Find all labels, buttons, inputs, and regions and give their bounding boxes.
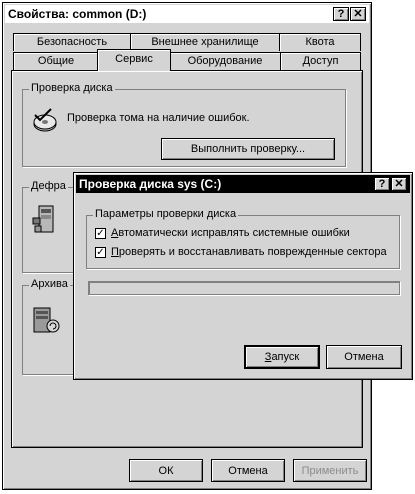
run-check-button[interactable]: Выполнить проверку... — [161, 138, 335, 160]
check-options-label: Параметры проверки диска — [93, 208, 239, 220]
check-disk-group: Проверка диска Проверка тома на наличие … — [22, 82, 346, 167]
tab-tools[interactable]: Сервис — [97, 49, 171, 71]
tab-general[interactable]: Общие — [13, 52, 99, 70]
dialog-close-button[interactable]: ✕ — [391, 177, 407, 191]
help-button[interactable]: ? — [333, 7, 349, 21]
tab-hardware[interactable]: Оборудование — [169, 52, 281, 70]
dialog-title: Проверка диска sys (C:) — [79, 177, 222, 191]
close-button[interactable]: ✕ — [350, 7, 366, 21]
ok-button[interactable]: ОК — [129, 459, 203, 482]
dialog-titlebar: Проверка диска sys (C:) — [76, 175, 410, 193]
backup-icon — [33, 307, 60, 333]
dialog-cancel-button[interactable]: Отмена — [326, 345, 402, 369]
check-disk-description: Проверка тома на наличие ошибок. — [67, 112, 250, 124]
check-progress-bar — [88, 281, 400, 295]
apply-button[interactable]: Применить — [293, 459, 367, 482]
properties-titlebar: Свойства: common (D:) — [5, 5, 369, 23]
auto-fix-label[interactable]: Автоматически исправлять системные ошибк… — [111, 227, 350, 239]
check-options-group: Параметры проверки диска ✓ Автоматически… — [86, 208, 400, 269]
check-disk-dialog: Проверка диска sys (C:) ? ✕ Параметры пр… — [73, 172, 413, 380]
recover-sectors-checkbox[interactable]: ✓ — [95, 247, 106, 258]
defrag-icon — [32, 205, 54, 233]
dialog-help-button[interactable]: ? — [374, 177, 390, 191]
properties-title: Свойства: common (D:) — [8, 7, 147, 21]
defrag-group-label: Дефра — [29, 180, 68, 192]
tab-quota[interactable]: Квота — [279, 33, 361, 51]
check-disk-icon — [33, 108, 57, 132]
recover-sectors-label[interactable]: Проверять и восстанавливать поврежденные… — [111, 246, 387, 258]
start-button[interactable]: Запуск — [244, 345, 320, 369]
tab-sharing[interactable]: Доступ — [280, 52, 361, 70]
auto-fix-checkbox[interactable]: ✓ — [95, 228, 106, 239]
cancel-button[interactable]: Отмена — [211, 459, 285, 482]
archive-group-label: Архива — [29, 278, 70, 290]
check-disk-group-label: Проверка диска — [29, 82, 115, 94]
